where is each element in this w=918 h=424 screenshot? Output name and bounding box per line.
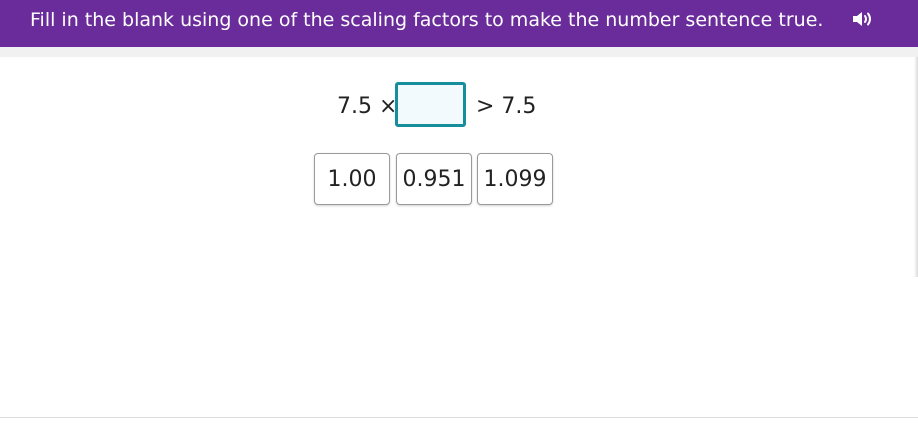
side-panel-edge [914,57,918,277]
equation-right: > 7.5 [476,94,537,119]
number-sentence: 7.5 × > 7.5 [0,82,918,132]
choice-tile[interactable]: 0.951 [396,153,472,205]
choice-tile[interactable]: 1.099 [477,153,553,205]
choice-tile[interactable]: 1.00 [314,153,390,205]
footer-divider [0,417,918,418]
equation-left: 7.5 × [337,94,398,119]
instruction-text: Fill in the blank using one of the scali… [30,9,824,31]
instruction-header: Fill in the blank using one of the scali… [0,0,918,47]
answer-blank[interactable] [395,82,466,127]
sub-header-bar [0,47,918,57]
speaker-icon-glyph [853,12,871,26]
speaker-icon[interactable] [851,9,875,29]
